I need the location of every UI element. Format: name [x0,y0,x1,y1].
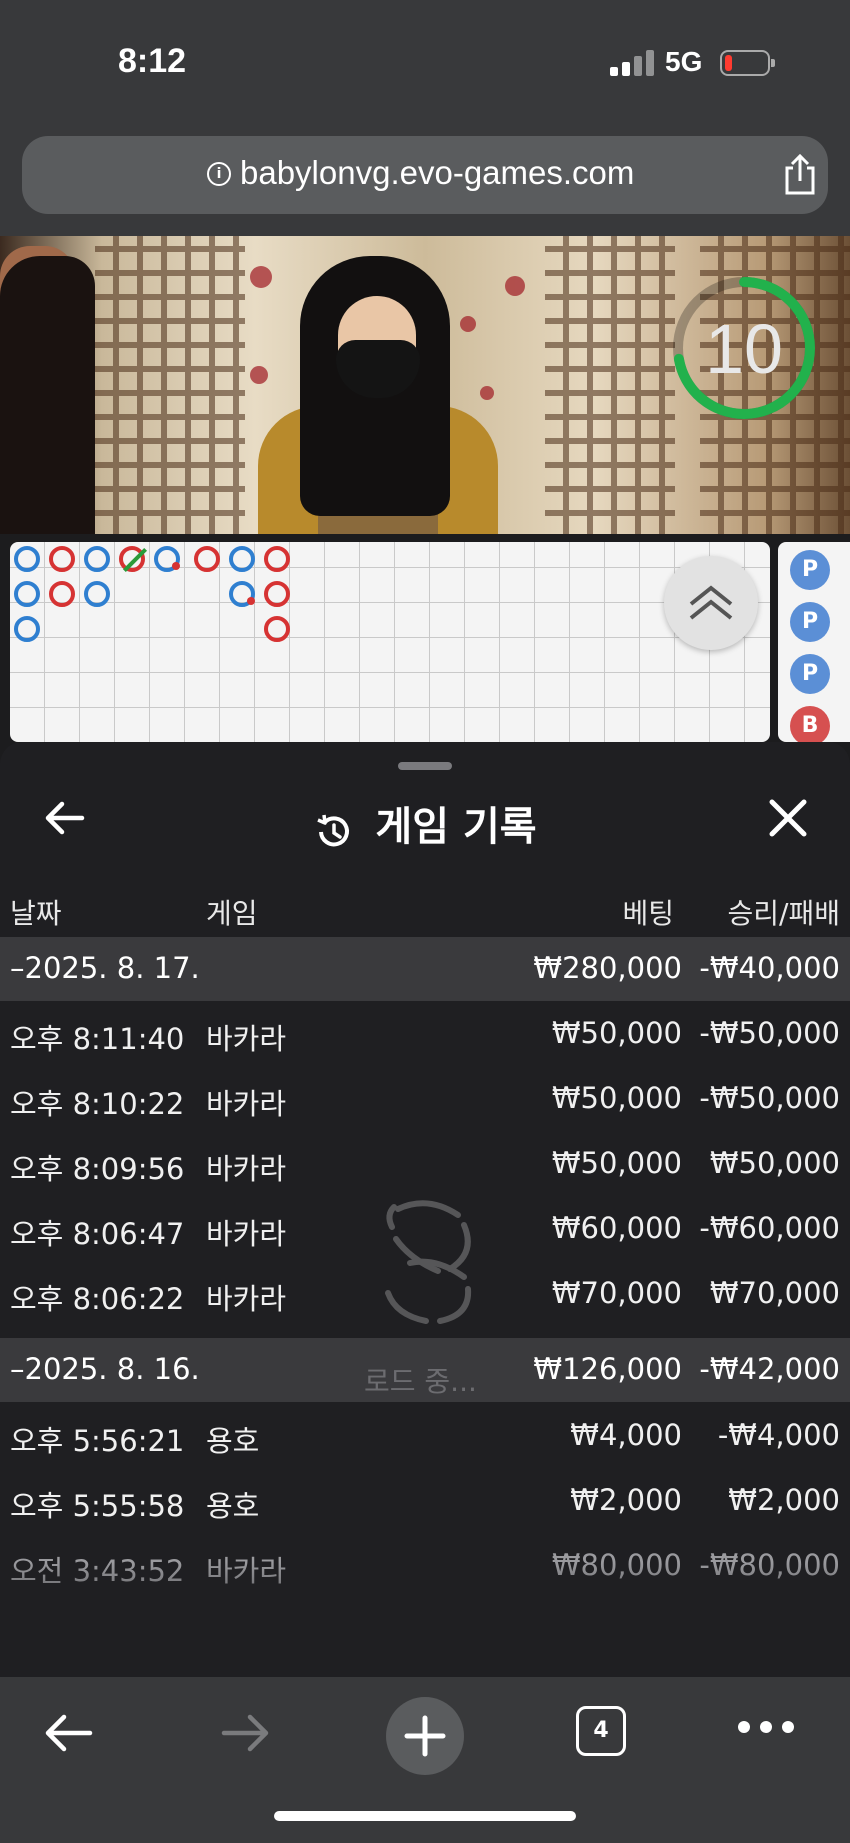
row-win-loss: ₩70,000 [709,1276,840,1310]
history-row[interactable]: 오후 5:55:58 용호 ₩2,000 ₩2,000 [0,1469,850,1533]
row-bet: ₩4,000 [570,1418,682,1452]
row-game: 용호 [206,1489,260,1523]
row-bet: ₩50,000 [551,1016,682,1050]
status-time: 8:12 [118,42,187,80]
browser-back-icon[interactable] [40,1705,96,1761]
table-header: 날짜 게임 베팅 승리/패배 [0,882,850,932]
history-icon [317,814,350,846]
row-game: 용호 [206,1424,260,1458]
player-marker: P [790,550,830,590]
row-game: 바카라 [206,1087,287,1121]
group-win-loss-total: -₩40,000 [699,951,840,985]
new-tab-button[interactable] [386,1697,464,1775]
row-bet: ₩50,000 [551,1081,682,1115]
group-bet-total: ₩126,000 [533,1352,682,1386]
history-row[interactable]: 오후 8:09:56 바카라 ₩50,000 ₩50,000 [0,1132,850,1196]
browser-forward-icon[interactable] [218,1705,274,1761]
expand-roads-button[interactable] [664,556,758,650]
browser-top-chrome: 8:12 5G i babylonvg.evo-games.com [0,0,850,236]
sheet-grabber[interactable] [398,762,452,770]
row-win-loss: ₩2,000 [728,1483,840,1517]
row-bet: ₩60,000 [551,1211,682,1245]
group-date: –2025. 8. 17. [10,951,200,985]
row-win-loss: -₩50,000 [699,1016,840,1050]
home-indicator[interactable] [274,1811,576,1821]
row-time: 오후 5:55:58 [10,1489,185,1523]
row-bet: ₩2,000 [570,1483,682,1517]
tab-switcher-button[interactable]: 4 [576,1706,626,1756]
row-game: 바카라 [206,1022,287,1056]
plus-icon [404,1715,446,1757]
history-row[interactable]: 오후 8:10:22 바카라 ₩50,000 -₩50,000 [0,1067,850,1131]
game-history-sheet: 게임 기록 날짜 게임 베팅 승리/패배 –2025. 8. 17. ₩280,… [0,742,850,1677]
row-bet: ₩50,000 [551,1146,682,1180]
banker-marker: B [790,706,830,746]
row-time: 오후 8:11:40 [10,1022,185,1056]
cellular-signal-icon [610,48,658,76]
bead-road[interactable] [10,542,770,742]
row-game: 바카라 [206,1152,287,1186]
site-info-icon[interactable]: i [207,162,231,186]
col-bet: 베팅 [622,897,674,930]
row-win-loss: -₩4,000 [717,1418,840,1452]
more-options-icon[interactable] [738,1721,794,1735]
date-group-header[interactable]: –2025. 8. 17. ₩280,000 -₩40,000 [0,937,850,1001]
scroll-fade [0,1562,850,1677]
row-time: 오후 8:10:22 [10,1087,185,1121]
panel-title: 게임 기록 [375,804,537,850]
share-icon[interactable] [780,154,820,196]
row-time: 오후 8:06:47 [10,1217,185,1251]
battery-icon [720,50,775,76]
row-win-loss: -₩50,000 [699,1081,840,1115]
url-text: babylonvg.evo-games.com [240,154,635,191]
chevron-up-double-icon [689,585,733,620]
row-time: 오후 5:56:21 [10,1424,185,1458]
group-win-loss-total: -₩42,000 [699,1352,840,1386]
url-bar[interactable]: i babylonvg.evo-games.com [22,136,828,214]
group-bet-total: ₩280,000 [533,951,682,985]
history-row[interactable]: 오후 8:11:40 바카라 ₩50,000 -₩50,000 [0,1002,850,1066]
player-marker: P [790,654,830,694]
row-time: 오후 8:06:22 [10,1282,185,1316]
history-row[interactable]: 오후 5:56:21 용호 ₩4,000 -₩4,000 [0,1404,850,1468]
row-win-loss: -₩60,000 [699,1211,840,1245]
col-game: 게임 [206,897,258,930]
group-date: –2025. 8. 16. [10,1352,200,1386]
player-marker: P [790,602,830,642]
loading-spinner-icon [385,1200,472,1324]
row-win-loss: ₩50,000 [709,1146,840,1180]
countdown-timer-value: 10 [705,310,783,388]
loading-text: 로드 중... [364,1365,477,1398]
row-game: 바카라 [206,1282,287,1316]
row-time: 오후 8:09:56 [10,1152,185,1186]
row-bet: ₩70,000 [551,1276,682,1310]
col-date: 날짜 [10,897,62,930]
col-win-loss: 승리/패배 [727,897,840,930]
close-icon[interactable] [762,792,814,844]
live-dealer-video: 10 [0,236,850,534]
row-game: 바카라 [206,1217,287,1251]
network-type: 5G [665,46,703,77]
